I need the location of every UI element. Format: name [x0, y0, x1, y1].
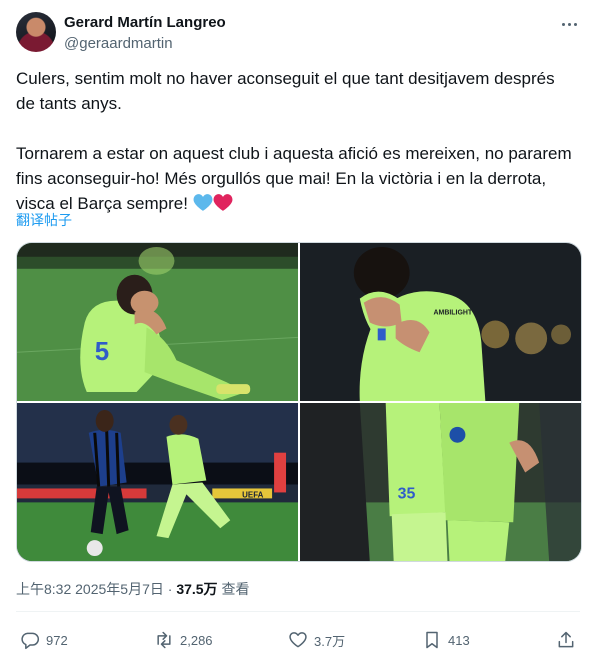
bookmark-count: 413	[448, 632, 470, 648]
reply-count: 972	[46, 632, 68, 648]
views-count: 37.5万	[176, 581, 218, 597]
tweet-header: Gerard Martín Langreo @geraardmartin	[16, 12, 580, 56]
author-handle[interactable]: @geraardmartin	[64, 34, 226, 54]
avatar[interactable]	[16, 12, 56, 52]
jersey-number-5: 5	[95, 338, 109, 366]
action-bar: 972 2,286 3.7万 413	[16, 624, 580, 656]
tweet-paragraph-2: Tornarem a estar on aquest club i aquest…	[16, 141, 576, 216]
translate-post-link[interactable]: 翻译帖子	[16, 211, 72, 229]
photo-match-action[interactable]: UEFA	[17, 403, 298, 561]
tweet-paragraph-2-text: Tornarem a estar on aquest club i aquest…	[16, 144, 572, 213]
tweet-time[interactable]: 上午8:32	[16, 581, 71, 597]
board-uefa: UEFA	[242, 490, 263, 499]
tweet-date[interactable]: 2025年5月7日	[75, 581, 164, 597]
shirt-sponsor: AMBILIGHT tv	[434, 310, 481, 317]
photo-players-standing[interactable]: 35	[300, 403, 581, 561]
more-options-icon[interactable]	[558, 14, 580, 34]
media-grid: 5 AMBILIGHT tv UEFA 35	[16, 242, 582, 562]
reply-icon	[21, 632, 40, 650]
author-names: Gerard Martín Langreo @geraardmartin	[64, 13, 226, 54]
tweet-meta: 上午8:32 2025年5月7日 · 37.5万 查看	[16, 580, 249, 598]
share-icon	[558, 631, 574, 648]
blue-heart-icon	[193, 194, 213, 211]
tweet-card: Gerard Martín Langreo @geraardmartin Cul…	[0, 0, 596, 669]
retweet-button[interactable]: 2,286	[154, 624, 213, 656]
reply-button[interactable]: 972	[20, 624, 68, 656]
jersey-number-35: 35	[398, 485, 416, 502]
retweet-count: 2,286	[180, 632, 213, 648]
bookmark-button[interactable]: 413	[422, 624, 470, 656]
red-heart-icon	[213, 194, 233, 211]
share-button[interactable]	[556, 624, 576, 656]
like-button[interactable]: 3.7万	[288, 624, 345, 656]
views-label: 查看	[221, 581, 250, 597]
like-count: 3.7万	[314, 633, 346, 649]
heart-icon	[289, 632, 307, 648]
photo-player-sitting[interactable]: 5	[17, 243, 298, 401]
retweet-icon	[157, 631, 171, 649]
meta-separator: ·	[167, 581, 173, 597]
bookmark-icon	[426, 631, 438, 649]
tweet-paragraph-1: Culers, sentim molt no haver aconseguit …	[16, 69, 555, 113]
divider	[16, 611, 580, 612]
tweet-text: Culers, sentim molt no haver aconseguit …	[16, 66, 576, 216]
author-display-name[interactable]: Gerard Martín Langreo	[64, 13, 226, 33]
photo-player-face-covered[interactable]: AMBILIGHT tv	[300, 243, 581, 401]
